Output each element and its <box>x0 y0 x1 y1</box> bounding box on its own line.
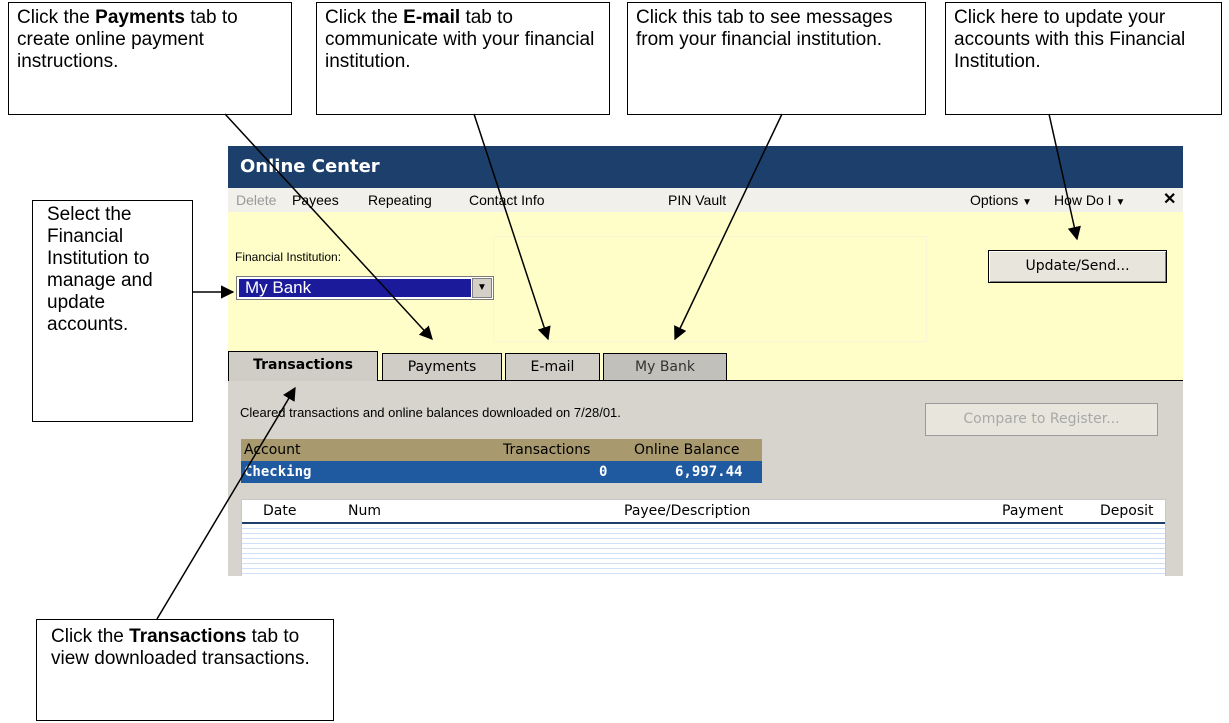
callout-bank-tab: Click this tab to see messages from your… <box>627 2 926 115</box>
info-panel <box>493 236 927 342</box>
update-send-button[interactable]: Update/Send... <box>988 250 1167 283</box>
fi-selected-value: My Bank <box>239 279 471 297</box>
callout-update: Click here to update your accounts with … <box>945 2 1222 115</box>
callout-select-fi-text: Select the Financial Institution to mana… <box>47 204 153 335</box>
menu-repeating[interactable]: Repeating <box>368 188 432 212</box>
col-transactions: Transactions <box>503 442 591 458</box>
menu-contact-info[interactable]: Contact Info <box>469 188 545 212</box>
tab-email[interactable]: E-mail <box>505 353 600 380</box>
menu-options[interactable]: Options ▼ <box>970 188 1032 215</box>
dropdown-arrow-icon[interactable]: ▼ <box>472 278 492 298</box>
transaction-count: 0 <box>599 464 608 480</box>
chevron-down-icon: ▼ <box>1115 197 1126 208</box>
col-deposit[interactable]: Deposit <box>1100 500 1154 522</box>
account-table: Account Transactions Online Balance Chec… <box>241 439 762 483</box>
window-title: Online Center <box>228 146 1183 188</box>
online-center-window: Online Center Delete Payees Repeating Co… <box>228 146 1183 576</box>
register-header: Date Num Payee/Description Payment Depos… <box>242 500 1165 524</box>
callout-transactions-bold: Transactions <box>129 626 247 647</box>
chevron-down-icon: ▼ <box>1022 197 1033 208</box>
col-payee-description[interactable]: Payee/Description <box>624 500 750 522</box>
callout-email-text-pre: Click the <box>325 7 404 28</box>
menu-bar: Delete Payees Repeating Contact Info PIN… <box>228 188 1183 212</box>
compare-to-register-button[interactable]: Compare to Register... <box>925 403 1158 436</box>
callout-transactions: Click the Transactions tab to view downl… <box>36 619 334 721</box>
transactions-panel: Cleared transactions and online balances… <box>228 380 1183 576</box>
fi-dropdown[interactable]: My Bank ▼ <box>236 276 494 300</box>
col-date[interactable]: Date <box>263 500 296 522</box>
menu-pin-vault[interactable]: PIN Vault <box>668 188 726 212</box>
col-online-balance: Online Balance <box>634 442 740 458</box>
menu-how-do-i-label: How Do I <box>1054 192 1112 208</box>
menu-delete[interactable]: Delete <box>236 188 276 212</box>
register-rows[interactable] <box>242 524 1165 576</box>
close-icon[interactable]: ✕ <box>1163 188 1176 212</box>
fi-label: Financial Institution: <box>235 250 342 264</box>
menu-payees[interactable]: Payees <box>292 188 339 212</box>
callout-payments-bold: Payments <box>95 7 185 28</box>
col-payment[interactable]: Payment <box>1002 500 1063 522</box>
menu-options-label: Options <box>970 192 1019 208</box>
table-row[interactable]: Checking 0 6,997.44 <box>241 461 762 483</box>
callout-payments: Click the Payments tab to create online … <box>8 2 292 115</box>
callout-bank-tab-text: Click this tab to see messages from your… <box>636 7 893 50</box>
online-balance: 6,997.44 <box>675 464 743 480</box>
account-name: Checking <box>244 464 312 480</box>
callout-select-fi: Select the Financial Institution to mana… <box>32 200 193 422</box>
transaction-register: Date Num Payee/Description Payment Depos… <box>241 499 1166 576</box>
col-num[interactable]: Num <box>348 500 381 522</box>
callout-transactions-text-pre: Click the <box>51 626 130 647</box>
callout-payments-text-pre: Click the <box>17 7 96 28</box>
callout-email-bold: E-mail <box>403 7 461 28</box>
tab-my-bank[interactable]: My Bank <box>603 353 727 380</box>
col-account: Account <box>244 442 301 458</box>
callout-email: Click the E-mail tab to communicate with… <box>316 2 610 115</box>
account-table-header: Account Transactions Online Balance <box>241 439 762 461</box>
menu-how-do-i[interactable]: How Do I ▼ <box>1054 188 1125 215</box>
tab-payments[interactable]: Payments <box>382 353 502 380</box>
callout-update-text: Click here to update your accounts with … <box>954 7 1186 72</box>
tab-transactions[interactable]: Transactions <box>228 351 378 381</box>
cleared-status-text: Cleared transactions and online balances… <box>240 405 621 420</box>
